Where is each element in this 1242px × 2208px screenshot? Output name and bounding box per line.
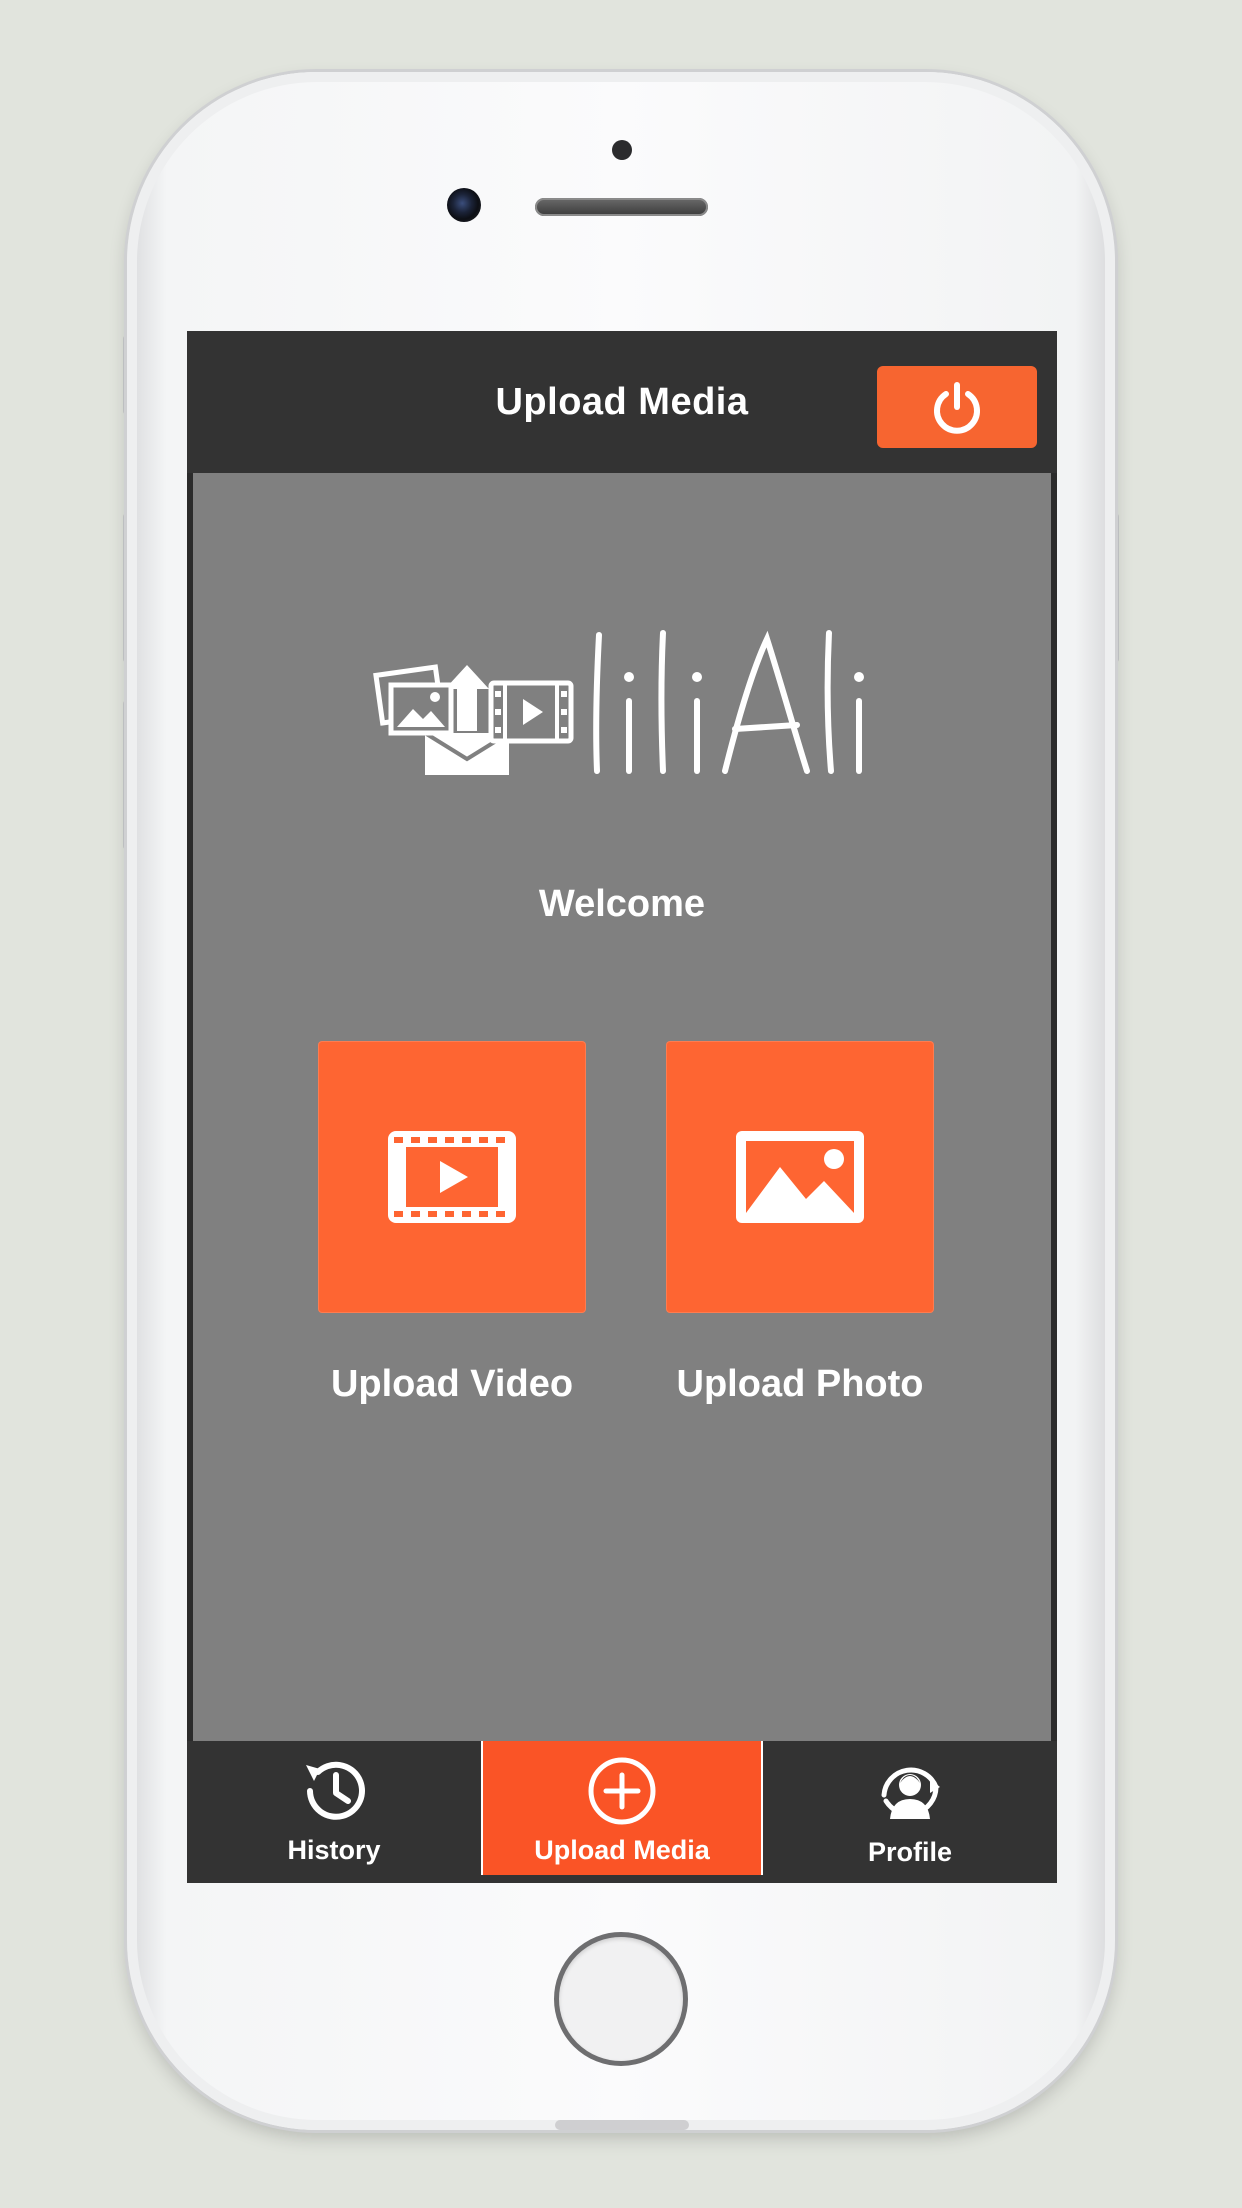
logout-button[interactable]: [877, 366, 1037, 448]
logo-wordmark: [593, 630, 864, 774]
tab-profile-label: Profile: [867, 1837, 953, 1867]
plus-circle-icon: [588, 1757, 656, 1825]
photo-image-icon: [736, 1131, 864, 1223]
upload-video-button[interactable]: [318, 1041, 586, 1313]
app-screen: Upload Media Welcome Upload Video Upload…: [187, 331, 1057, 1883]
upload-photo-button[interactable]: [666, 1041, 934, 1313]
front-camera: [447, 188, 481, 222]
app-header: Upload Media: [187, 331, 1057, 473]
tab-upload-media[interactable]: Upload Media: [481, 1741, 763, 1875]
tab-history[interactable]: History: [187, 1741, 481, 1875]
tab-profile[interactable]: Profile: [763, 1741, 1057, 1875]
app-logo: liliAli: [373, 613, 873, 783]
tab-upload-media-label: Upload Media: [534, 1835, 710, 1865]
profile-icon: [881, 1767, 940, 1819]
tab-history-label: History: [287, 1835, 381, 1865]
bottom-edge: [555, 2120, 689, 2130]
earpiece-speaker: [535, 198, 708, 216]
device-mockup: Upload Media Welcome Upload Video Upload…: [0, 0, 1242, 2208]
upload-video-label[interactable]: Upload Video: [282, 1363, 622, 1406]
history-icon: [306, 1761, 365, 1820]
upload-photo-label[interactable]: Upload Photo: [630, 1363, 970, 1406]
video-film-icon: [388, 1131, 516, 1223]
main-content: liliAli Welcome: [193, 473, 1051, 1741]
welcome-text: Welcome: [538, 883, 706, 925]
home-button[interactable]: [554, 1932, 688, 2066]
power-icon: [934, 382, 980, 434]
bottom-tab-bar: History Upload Media Profile: [187, 1741, 1057, 1883]
proximity-sensor: [612, 140, 632, 160]
media-upload-logo-icon: [373, 664, 574, 775]
